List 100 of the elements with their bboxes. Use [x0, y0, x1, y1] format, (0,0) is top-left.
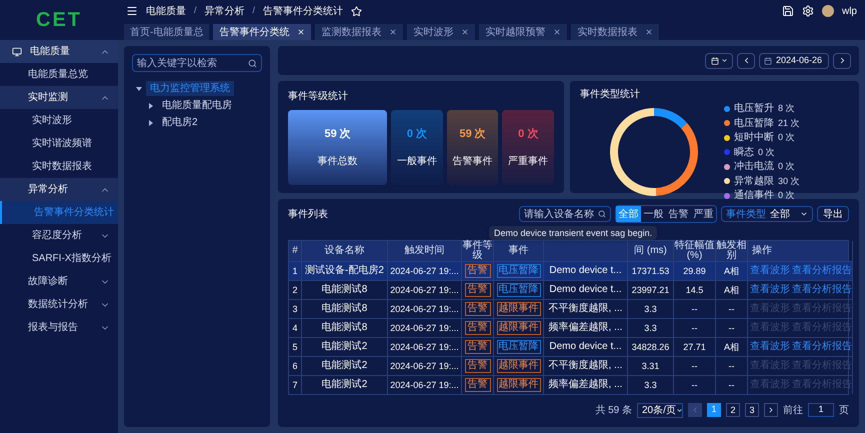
legend-label: 电压暂升: [734, 103, 774, 114]
table-cell: 4: [292, 322, 298, 334]
search-icon[interactable]: [598, 210, 606, 218]
breadcrumb-item[interactable]: 电能质量: [146, 4, 186, 18]
table-cell: --: [728, 303, 734, 315]
sidebar-item[interactable]: 异常分析: [0, 178, 118, 201]
page-input[interactable]: 1: [808, 403, 834, 417]
logo: CET: [36, 8, 82, 33]
column-header: 事件: [508, 246, 528, 256]
page-button[interactable]: 3: [745, 403, 759, 417]
caret-right-icon[interactable]: [148, 120, 154, 126]
tree-node[interactable]: 电能质量配电房: [158, 98, 236, 113]
export-button[interactable]: 导出: [817, 206, 849, 222]
table-cell: 2024-06-27 19:...: [390, 322, 459, 334]
table-cell: 2024-06-27 19:...: [390, 265, 459, 277]
star-icon[interactable]: [351, 6, 362, 16]
table-cell: 34828.26: [632, 341, 670, 353]
tab[interactable]: 实时波形: [407, 24, 476, 40]
avatar[interactable]: [822, 5, 834, 17]
next-button[interactable]: [833, 52, 851, 68]
sidebar-item[interactable]: 电能质量: [0, 40, 118, 63]
filter-button[interactable]: 告警: [666, 206, 691, 222]
tab[interactable]: 实时数据报表: [571, 24, 660, 40]
table-cell: 电能测试8: [322, 303, 368, 315]
action-link[interactable]: 查看分析报告: [792, 341, 852, 353]
page-size-select[interactable]: 20条/页: [637, 402, 683, 418]
sidebar-item[interactable]: 电能质量总览: [0, 63, 118, 86]
table-row[interactable]: 2 电能测试8 2024-06-27 19:... 告警 电压暂降 Demo device t... 23997.21 14.5 A相 查看波形 查看分析报告: [289, 280, 853, 299]
legend-label: 瞬态: [734, 146, 754, 158]
table-cell: 不平衡度越限, ...: [548, 303, 622, 315]
level-tag: 告警: [464, 283, 490, 297]
sidebar-item[interactable]: 数据统计分析: [0, 293, 118, 316]
column-header: 触发时间: [404, 246, 444, 256]
chevron-down-icon: [720, 57, 728, 64]
type-tag: 越限事件: [496, 302, 540, 316]
sidebar-item[interactable]: 告警事件分类统计: [0, 201, 118, 224]
caret-down-icon[interactable]: [136, 86, 142, 92]
sidebar-item[interactable]: 实时数据报表: [0, 155, 118, 178]
stat-label: 严重事件: [508, 154, 548, 170]
action-link[interactable]: 查看波形: [750, 341, 790, 353]
close-icon[interactable]: [389, 28, 398, 36]
search-field[interactable]: 请输入设备名称: [519, 206, 611, 222]
action-link[interactable]: 查看分析报告: [792, 265, 852, 277]
close-icon[interactable]: [461, 28, 470, 36]
tab[interactable]: 实时越限预警: [479, 24, 568, 40]
legend-count: 30 次: [778, 174, 800, 188]
type-tag: 电压暂降: [496, 340, 540, 354]
save-icon[interactable]: [782, 5, 794, 17]
table-cell: 17371.53: [632, 265, 670, 277]
table-cell: 不平衡度越限, ...: [548, 360, 622, 372]
action-link[interactable]: 查看波形: [750, 284, 790, 296]
tab[interactable]: 告警事件分类统: [213, 24, 312, 40]
table-cell: 频率偏差越限, ...: [548, 379, 622, 391]
sidebar-item[interactable]: 实时波形: [0, 109, 118, 132]
tab[interactable]: 监测数据报表: [315, 24, 404, 40]
stat-value: 59 次: [324, 126, 351, 142]
close-icon[interactable]: [645, 28, 654, 36]
sidebar-item[interactable]: 报表与报告: [0, 316, 118, 339]
table-row[interactable]: 1 测试设备-配电房2 2024-06-27 19:... 告警 电压暂降 Demo device t... 17371.53 29.89 A相 查看波形 查看分析报告: [289, 261, 853, 280]
sidebar-item[interactable]: 故障诊断: [0, 270, 118, 293]
sidebar-item[interactable]: 容忍度分析: [0, 224, 118, 247]
close-icon[interactable]: [297, 28, 306, 36]
user-name[interactable]: wlp: [842, 4, 857, 18]
legend-count: 0 次: [778, 131, 795, 144]
sidebar-item[interactable]: SARFI-X指数分析: [0, 247, 118, 270]
breadcrumb-item[interactable]: 异常分析: [204, 4, 245, 18]
close-icon[interactable]: [553, 28, 562, 36]
type-select[interactable]: 事件类型 全部: [721, 206, 813, 222]
tree-node[interactable]: 配电房2: [158, 115, 202, 130]
table-cell: 2024-06-27 19:...: [390, 360, 459, 372]
column-header: #: [292, 246, 298, 256]
table-cell: --: [728, 379, 734, 391]
breadcrumb-item[interactable]: 告警事件分类统计: [263, 4, 344, 18]
filter-button[interactable]: 一般: [641, 206, 666, 222]
view-select[interactable]: [705, 52, 733, 68]
menu-icon[interactable]: [126, 5, 138, 17]
sidebar-item[interactable]: 实时谐波频谱: [0, 132, 118, 155]
page-button[interactable]: 2: [726, 403, 740, 417]
date-field[interactable]: 2024-06-26: [759, 52, 829, 68]
caret-right-icon[interactable]: [148, 102, 154, 108]
action-link[interactable]: 查看分析报告: [792, 284, 852, 296]
table-cell: 3.3: [644, 379, 657, 391]
settings-icon[interactable]: [802, 5, 814, 17]
filter-button[interactable]: 严重: [691, 206, 716, 222]
column-header: 设备名称: [324, 246, 364, 256]
search-icon[interactable]: [248, 58, 257, 68]
table-row[interactable]: 5 电能测试2 2024-06-27 19:... 告警 电压暂降 Demo device t... 34828.26 27.71 A相 查看波形 查看分析报告: [289, 337, 853, 356]
search-field[interactable]: 输入关键字以检索: [132, 54, 262, 72]
table-cell: 电能测试2: [322, 341, 368, 353]
tree-node[interactable]: 电力监控管理系统: [146, 81, 234, 96]
table-cell: 3.3: [644, 303, 657, 315]
sidebar-item[interactable]: 实时监测: [0, 86, 118, 109]
stat-value: 0 次: [518, 126, 538, 142]
action-link[interactable]: 查看波形: [750, 265, 790, 277]
tab[interactable]: 首页-电能质量总: [124, 24, 210, 40]
table-cell: 5: [292, 341, 298, 353]
table-cell: 测试设备-配电房2: [305, 265, 384, 277]
level-tag: 告警: [464, 264, 490, 278]
column-header: 间 (ms): [634, 246, 667, 256]
next-page-button[interactable]: [764, 403, 778, 417]
